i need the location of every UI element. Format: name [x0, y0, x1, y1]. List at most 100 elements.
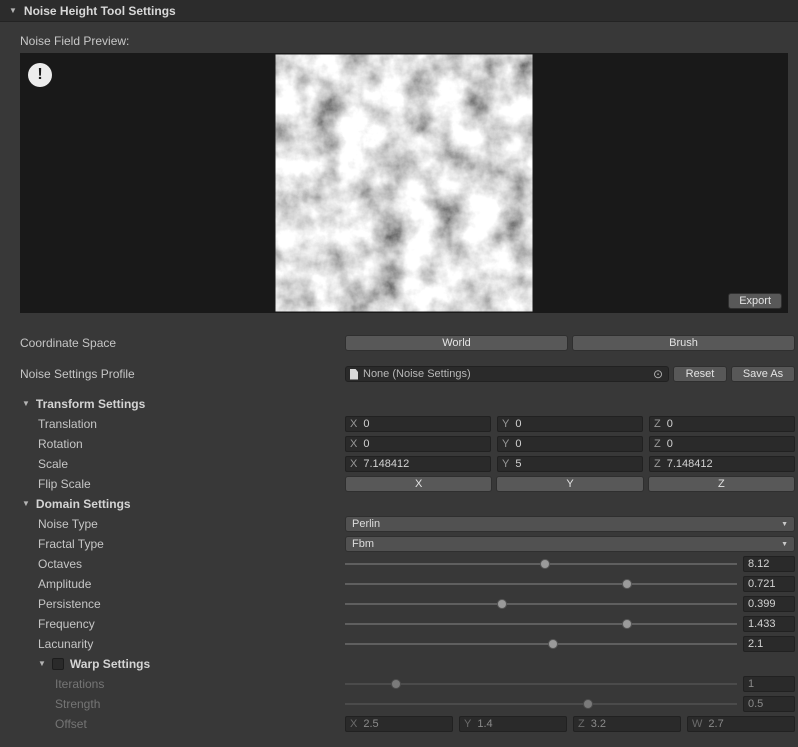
domain-settings-title: Domain Settings — [36, 497, 131, 511]
translation-row: Translation X0 Y0 Z0 — [0, 414, 798, 434]
scale-y-field[interactable]: Y5 — [497, 456, 643, 472]
amplitude-value-field[interactable]: 0.721 — [743, 576, 795, 592]
persistence-value-field[interactable]: 0.399 — [743, 596, 795, 612]
slider-track[interactable] — [345, 643, 737, 645]
chevron-down-icon: ▼ — [781, 521, 788, 528]
persistence-slider[interactable] — [345, 596, 737, 612]
frequency-row: Frequency 1.433 — [0, 614, 798, 634]
axis-y-label: Y — [502, 438, 509, 450]
axis-x-label: X — [350, 438, 357, 450]
slider-track — [345, 683, 737, 685]
octaves-row: Octaves 8.12 — [0, 554, 798, 574]
rotation-z-value: 0 — [667, 438, 673, 450]
lacunarity-label: Lacunarity — [20, 637, 345, 651]
frequency-value-field[interactable]: 1.433 — [743, 616, 795, 632]
amplitude-slider[interactable] — [345, 576, 737, 592]
offset-y-value: 1.4 — [477, 718, 492, 730]
octaves-label: Octaves — [20, 557, 345, 571]
axis-w-label: W — [692, 718, 702, 730]
noise-preview-area: ! Export — [20, 53, 788, 313]
scale-x-field[interactable]: X7.148412 — [345, 456, 491, 472]
slider-track[interactable] — [345, 623, 737, 625]
iterations-row: Iterations 1 — [0, 674, 798, 694]
translation-x-value: 0 — [363, 418, 369, 430]
chevron-down-icon: ▼ — [781, 541, 788, 548]
lacunarity-value-field[interactable]: 2.1 — [743, 636, 795, 652]
object-picker-icon[interactable]: ⊙ — [651, 368, 665, 380]
foldout-icon[interactable]: ▼ — [9, 7, 17, 15]
foldout-icon[interactable]: ▼ — [38, 660, 46, 668]
transform-settings-title: Transform Settings — [36, 397, 145, 411]
slider-thumb[interactable] — [540, 559, 550, 569]
slider-track — [345, 703, 737, 705]
noise-preview-label: Noise Field Preview: — [20, 34, 798, 48]
slider-thumb — [391, 679, 401, 689]
scale-y-value: 5 — [515, 458, 521, 470]
axis-y-label: Y — [464, 718, 471, 730]
rotation-y-field[interactable]: Y0 — [497, 436, 643, 452]
panel-titlebar: ▼ Noise Height Tool Settings — [0, 0, 798, 22]
translation-y-field[interactable]: Y0 — [497, 416, 643, 432]
slider-thumb[interactable] — [622, 579, 632, 589]
world-button[interactable]: World — [345, 335, 568, 351]
axis-z-label: Z — [654, 438, 661, 450]
offset-w-field: W2.7 — [687, 716, 795, 732]
coordinate-space-row: Coordinate Space World Brush — [0, 333, 798, 353]
scale-z-value: 7.148412 — [667, 458, 713, 470]
rotation-y-value: 0 — [515, 438, 521, 450]
scale-z-field[interactable]: Z7.148412 — [649, 456, 795, 472]
offset-label: Offset — [20, 717, 345, 731]
rotation-z-field[interactable]: Z0 — [649, 436, 795, 452]
reset-button[interactable]: Reset — [673, 366, 727, 382]
axis-z-label: Z — [578, 718, 585, 730]
noise-type-row: Noise Type Perlin ▼ — [0, 514, 798, 534]
axis-y-label: Y — [502, 418, 509, 430]
export-button[interactable]: Export — [728, 293, 782, 309]
noise-type-dropdown[interactable]: Perlin ▼ — [345, 516, 795, 532]
slider-thumb — [583, 699, 593, 709]
rotation-x-field[interactable]: X0 — [345, 436, 491, 452]
iterations-slider — [345, 676, 737, 692]
lacunarity-slider[interactable] — [345, 636, 737, 652]
brush-button[interactable]: Brush — [572, 335, 795, 351]
coordinate-space-label: Coordinate Space — [20, 336, 345, 350]
slider-track[interactable] — [345, 583, 737, 585]
foldout-icon[interactable]: ▼ — [22, 500, 30, 508]
octaves-value-field[interactable]: 8.12 — [743, 556, 795, 572]
persistence-row: Persistence 0.399 — [0, 594, 798, 614]
save-as-button[interactable]: Save As — [731, 366, 795, 382]
flip-scale-row: Flip Scale X Y Z — [0, 474, 798, 494]
flip-z-button[interactable]: Z — [648, 476, 795, 492]
translation-z-value: 0 — [667, 418, 673, 430]
domain-settings-header: ▼ Domain Settings — [0, 494, 798, 514]
slider-track[interactable] — [345, 603, 737, 605]
axis-z-label: Z — [654, 418, 661, 430]
slider-thumb[interactable] — [497, 599, 507, 609]
noise-settings-object-field[interactable]: None (Noise Settings) ⊙ — [345, 366, 669, 382]
panel-title: Noise Height Tool Settings — [24, 4, 176, 18]
frequency-slider[interactable] — [345, 616, 737, 632]
strength-label: Strength — [20, 697, 345, 711]
fractal-type-value: Fbm — [352, 538, 374, 550]
scale-row: Scale X7.148412 Y5 Z7.148412 — [0, 454, 798, 474]
flip-scale-label: Flip Scale — [20, 477, 345, 491]
flip-x-button[interactable]: X — [345, 476, 492, 492]
axis-x-label: X — [350, 718, 357, 730]
rotation-x-value: 0 — [363, 438, 369, 450]
fractal-type-dropdown[interactable]: Fbm ▼ — [345, 536, 795, 552]
warning-icon: ! — [28, 63, 52, 87]
foldout-icon[interactable]: ▼ — [22, 400, 30, 408]
flip-y-button[interactable]: Y — [496, 476, 643, 492]
octaves-slider[interactable] — [345, 556, 737, 572]
noise-type-value: Perlin — [352, 518, 380, 530]
warp-enabled-checkbox[interactable] — [52, 658, 64, 670]
translation-x-field[interactable]: X0 — [345, 416, 491, 432]
profile-label: Noise Settings Profile — [20, 367, 345, 381]
slider-thumb[interactable] — [622, 619, 632, 629]
fractal-type-label: Fractal Type — [20, 537, 345, 551]
translation-z-field[interactable]: Z0 — [649, 416, 795, 432]
offset-y-field: Y 1.4 — [459, 716, 567, 732]
slider-thumb[interactable] — [548, 639, 558, 649]
strength-slider — [345, 696, 737, 712]
persistence-label: Persistence — [20, 597, 345, 611]
